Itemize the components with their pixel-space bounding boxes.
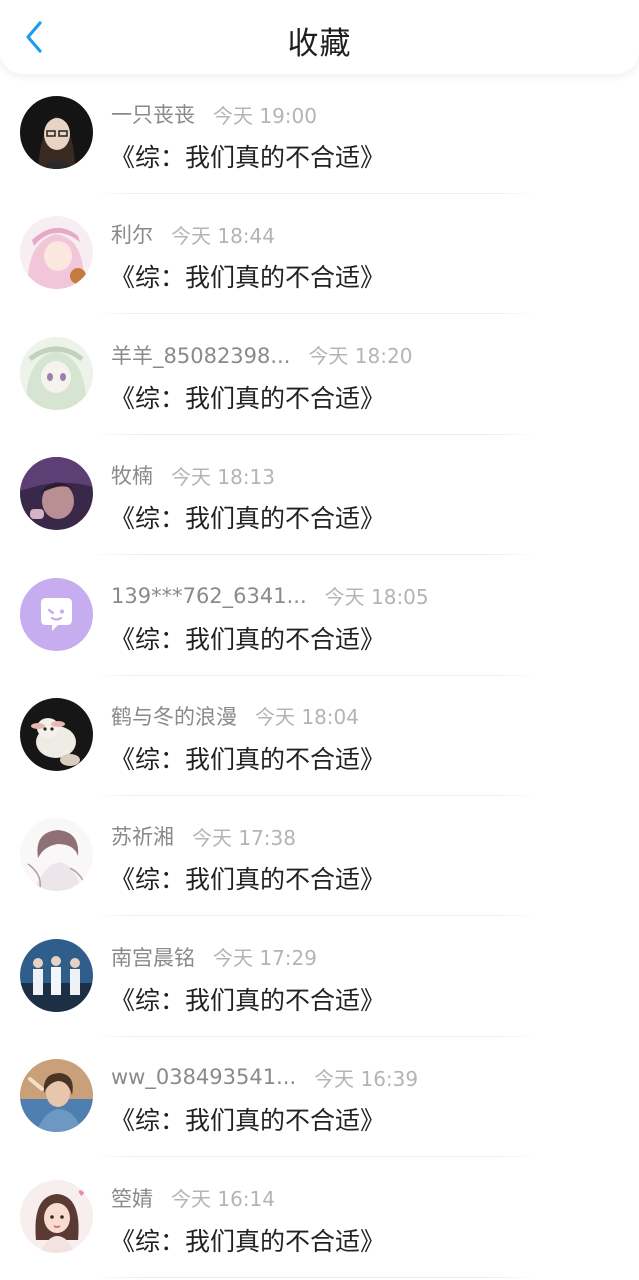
divider xyxy=(90,1276,540,1278)
timestamp: 今天 19:00 xyxy=(213,103,317,128)
user-name[interactable]: 苏祈湘 xyxy=(111,821,174,851)
favorite-title[interactable]: 《综：我们真的不合适》 xyxy=(110,1222,385,1258)
timestamp: 今天 17:38 xyxy=(192,825,296,850)
favorite-title[interactable]: 《综：我们真的不合适》 xyxy=(110,1101,385,1137)
favorite-title[interactable]: 《综：我们真的不合适》 xyxy=(110,740,385,776)
timestamp: 今天 17:29 xyxy=(213,946,317,971)
favorites-list: 一只丧丧 今天 19:00 《综：我们真的不合适》 利尔 今天 18:44 《综… xyxy=(0,74,639,1278)
avatar[interactable] xyxy=(20,697,93,771)
list-item[interactable]: ww_038493541... 今天 16:39 《综：我们真的不合适》 xyxy=(0,1037,639,1158)
timestamp: 今天 18:05 xyxy=(324,585,429,610)
user-name[interactable]: ww_038493541... xyxy=(111,1065,296,1089)
avatar[interactable] xyxy=(20,457,93,531)
user-name[interactable]: 南宫晨铭 xyxy=(111,942,195,972)
user-name[interactable]: 牧楠 xyxy=(111,460,153,490)
list-item[interactable]: 牧楠 今天 18:13 《综：我们真的不合适》 xyxy=(0,435,639,556)
avatar[interactable] xyxy=(20,96,93,169)
timestamp: 今天 18:04 xyxy=(255,705,359,730)
svg-text:♥: ♥ xyxy=(78,1189,85,1198)
list-item[interactable]: 苏祈湘 今天 17:38 《综：我们真的不合适》 xyxy=(0,796,639,917)
favorite-title[interactable]: 《综：我们真的不合适》 xyxy=(110,499,385,535)
list-item[interactable]: ♥ 箜婧 今天 16:14 《综：我们真的不合适》 xyxy=(0,1158,639,1278)
user-name[interactable]: 羊羊_85082398... xyxy=(111,340,290,370)
timestamp: 今天 18:13 xyxy=(171,464,275,489)
timestamp: 今天 16:39 xyxy=(314,1066,419,1091)
user-name[interactable]: 一只丧丧 xyxy=(111,99,195,129)
list-item[interactable]: 鹤与冬的浪漫 今天 18:04 《综：我们真的不合适》 xyxy=(0,676,639,796)
list-item[interactable]: 羊羊_85082398... 今天 18:20 《综：我们真的不合适》 xyxy=(0,315,639,435)
page-title: 收藏 xyxy=(287,26,352,62)
favorite-title[interactable]: 《综：我们真的不合适》 xyxy=(110,379,385,415)
avatar[interactable] xyxy=(20,818,93,892)
avatar[interactable] xyxy=(20,336,93,410)
timestamp: 今天 16:14 xyxy=(171,1187,275,1212)
list-item[interactable]: 利尔 今天 18:44 《综：我们真的不合适》 xyxy=(0,194,639,315)
avatar[interactable] xyxy=(20,216,93,290)
user-name[interactable]: 139***762_6341... xyxy=(111,584,307,608)
avatar[interactable] xyxy=(20,1059,93,1133)
list-item[interactable]: 139***762_6341... 今天 18:05 《综：我们真的不合适》 xyxy=(0,556,639,676)
favorite-title[interactable]: 《综：我们真的不合适》 xyxy=(110,981,385,1017)
avatar[interactable] xyxy=(20,577,93,651)
user-name[interactable]: 鹤与冬的浪漫 xyxy=(111,701,237,731)
avatar[interactable] xyxy=(20,938,93,1012)
list-item[interactable]: 南宫晨铭 今天 17:29 《综：我们真的不合适》 xyxy=(0,917,639,1037)
user-name[interactable]: 箜婧 xyxy=(111,1183,153,1213)
avatar[interactable]: ♥ xyxy=(20,1179,93,1253)
favorite-title[interactable]: 《综：我们真的不合适》 xyxy=(110,620,385,656)
top-bar: 收藏 xyxy=(0,0,639,74)
timestamp: 今天 18:20 xyxy=(308,344,413,369)
favorite-title[interactable]: 《综：我们真的不合适》 xyxy=(110,258,385,294)
timestamp: 今天 18:44 xyxy=(171,223,275,248)
user-name[interactable]: 利尔 xyxy=(111,219,153,249)
favorite-title[interactable]: 《综：我们真的不合适》 xyxy=(110,860,385,896)
list-item[interactable]: 一只丧丧 今天 19:00 《综：我们真的不合适》 xyxy=(0,74,639,194)
favorite-title[interactable]: 《综：我们真的不合适》 xyxy=(110,138,385,174)
